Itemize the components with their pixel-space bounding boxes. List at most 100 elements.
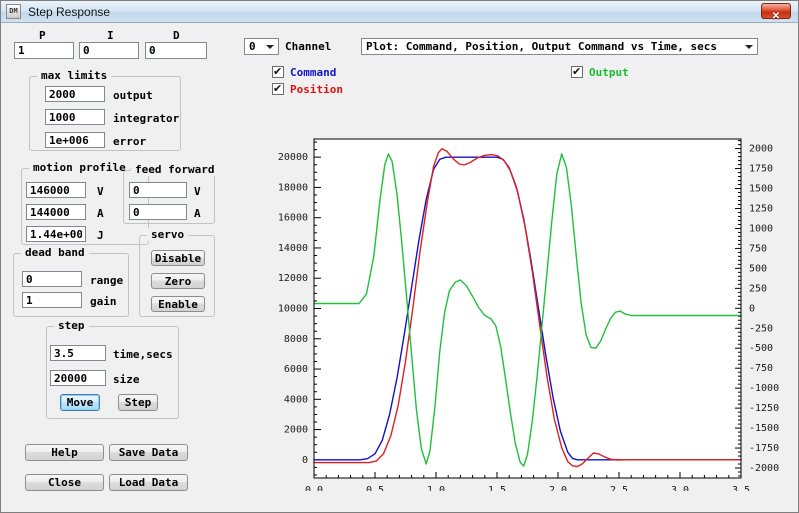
svg-text:14000: 14000	[278, 243, 308, 254]
titlebar[interactable]: DM Step Response ✕	[1, 1, 798, 23]
close-dialog-button[interactable]: Close	[25, 474, 104, 491]
max-error-label: error	[113, 135, 147, 148]
svg-text:1500: 1500	[749, 184, 773, 195]
svg-text:20000: 20000	[278, 152, 308, 163]
servo-zero-button[interactable]: Zero	[151, 273, 205, 289]
load-data-button[interactable]: Load Data	[109, 474, 188, 491]
output-checkbox[interactable]	[571, 65, 583, 78]
i-label: I	[107, 29, 114, 42]
svg-text:750: 750	[749, 243, 767, 254]
move-button[interactable]: Move	[60, 394, 100, 411]
max-error-input[interactable]	[45, 132, 105, 148]
step-button[interactable]: Step	[118, 394, 158, 411]
svg-text:3.0: 3.0	[671, 485, 689, 491]
max-integrator-label: integrator	[113, 112, 180, 125]
svg-text:2000: 2000	[749, 144, 773, 155]
svg-text:2000: 2000	[284, 425, 308, 436]
d-label: D	[173, 29, 180, 42]
ff-accel-label: A	[194, 207, 201, 220]
svg-text:2.0: 2.0	[549, 485, 567, 491]
chevron-down-icon	[745, 45, 753, 49]
svg-text:2.5: 2.5	[610, 485, 628, 491]
max-output-input[interactable]	[45, 86, 105, 102]
svg-text:0.0: 0.0	[305, 485, 323, 491]
svg-text:1.0: 1.0	[427, 485, 445, 491]
channel-select[interactable]: 0	[244, 38, 279, 55]
command-checkbox[interactable]	[272, 65, 284, 78]
channel-label: Channel	[285, 40, 332, 53]
svg-text:1000: 1000	[749, 223, 773, 234]
d-input[interactable]	[145, 42, 207, 59]
p-label: P	[39, 29, 46, 42]
svg-text:10000: 10000	[278, 304, 308, 315]
svg-text:-1500: -1500	[749, 423, 779, 434]
ff-accel-input[interactable]	[129, 204, 187, 220]
close-icon: ✕	[771, 11, 781, 22]
step-time-input[interactable]	[50, 345, 106, 361]
svg-text:3.5: 3.5	[732, 485, 750, 491]
step-response-chart: 0.0 0.5 1.0 1.5 2.0 2.5 3.0 3.5 0 2000 4000 6000 800…	[278, 138, 779, 491]
svg-text:250: 250	[749, 283, 767, 294]
feed-forward-title: feed forward	[131, 163, 219, 176]
svg-text:500: 500	[749, 263, 767, 274]
velocity-label: V	[97, 185, 104, 198]
svg-text:6000: 6000	[284, 364, 308, 375]
range-input[interactable]	[22, 271, 82, 287]
max-output-label: output	[113, 89, 153, 102]
save-data-button[interactable]: Save Data	[109, 444, 188, 461]
jerk-input[interactable]	[26, 226, 86, 242]
svg-text:-500: -500	[749, 343, 773, 354]
p-input[interactable]	[14, 42, 74, 59]
svg-text:0: 0	[302, 455, 308, 466]
step-title: step	[54, 319, 89, 332]
svg-text:16000: 16000	[278, 213, 308, 224]
output-checkbox-label: Output	[589, 66, 629, 79]
servo-enable-button[interactable]: Enable	[151, 296, 205, 312]
accel-label: A	[97, 207, 104, 220]
svg-text:-750: -750	[749, 363, 773, 374]
svg-text:1750: 1750	[749, 164, 773, 175]
window-title: Step Response	[28, 5, 111, 19]
channel-value: 0	[249, 40, 256, 53]
help-button[interactable]: Help	[25, 444, 104, 461]
position-checkbox-label: Position	[290, 83, 343, 96]
chevron-down-icon	[266, 45, 274, 49]
ff-velocity-label: V	[194, 185, 201, 198]
svg-text:0: 0	[749, 303, 755, 314]
gain-input[interactable]	[22, 292, 82, 308]
svg-text:1250: 1250	[749, 203, 773, 214]
svg-text:-250: -250	[749, 323, 773, 334]
svg-text:4000: 4000	[284, 394, 308, 405]
svg-text:-1250: -1250	[749, 403, 779, 414]
svg-text:12000: 12000	[278, 273, 308, 284]
motion-profile-title: motion profile	[29, 161, 130, 174]
servo-title: servo	[147, 228, 189, 241]
step-time-label: time,secs	[113, 348, 173, 361]
svg-text:0.5: 0.5	[366, 485, 384, 491]
svg-text:-2000: -2000	[749, 463, 779, 474]
max-limits-title: max limits	[37, 69, 112, 82]
svg-text:-1750: -1750	[749, 443, 779, 454]
step-size-input[interactable]	[50, 370, 106, 386]
svg-text:8000: 8000	[284, 334, 308, 345]
step-response-window: DM Step Response ✕ P I D 0 Channel Plot:…	[0, 0, 799, 513]
servo-disable-button[interactable]: Disable	[151, 250, 205, 266]
ff-velocity-input[interactable]	[129, 182, 187, 198]
range-label: range	[90, 274, 124, 287]
svg-text:1.5: 1.5	[488, 485, 506, 491]
position-checkbox[interactable]	[272, 82, 284, 95]
svg-text:-1000: -1000	[749, 383, 779, 394]
plot-type-select[interactable]: Plot: Command, Position, Output Command …	[361, 38, 758, 55]
client-area: P I D 0 Channel Plot: Command, Position,…	[1, 23, 798, 512]
velocity-input[interactable]	[26, 182, 86, 198]
close-button[interactable]: ✕	[761, 3, 791, 22]
app-icon: DM	[6, 4, 21, 19]
svg-text:18000: 18000	[278, 182, 308, 193]
accel-input[interactable]	[26, 204, 86, 220]
jerk-label: J	[97, 229, 104, 242]
gain-label: gain	[90, 295, 117, 308]
max-integrator-input[interactable]	[45, 109, 105, 125]
i-input[interactable]	[79, 42, 139, 59]
plot-type-value: Plot: Command, Position, Output Command …	[366, 40, 717, 53]
command-checkbox-label: Command	[290, 66, 337, 79]
